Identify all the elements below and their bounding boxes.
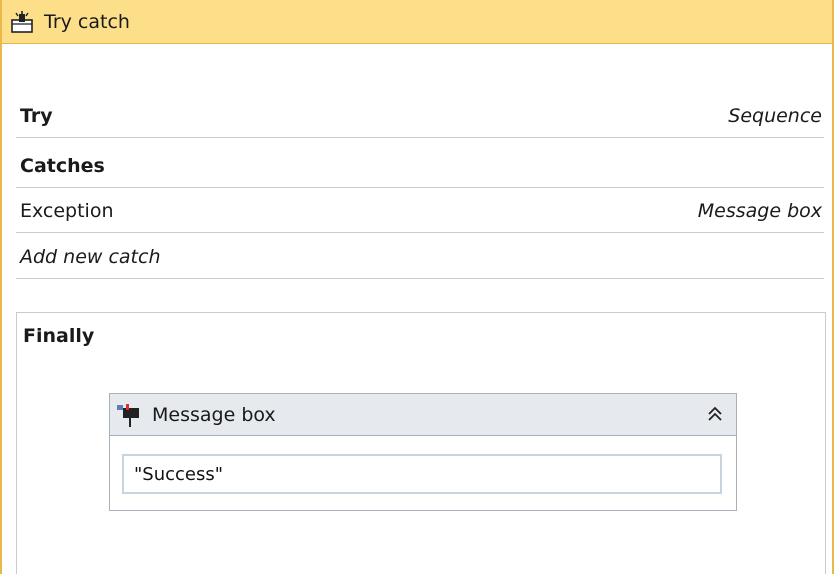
try-catch-activity[interactable]: Try catch Try Sequence Catches Exception… <box>0 0 834 574</box>
try-value[interactable]: Sequence <box>728 105 824 127</box>
catch-item-exception[interactable]: Exception Message box <box>16 189 824 233</box>
collapse-button[interactable] <box>704 403 726 425</box>
catches-row: Catches <box>16 144 824 188</box>
add-new-catch-row[interactable]: Add new catch <box>16 235 824 279</box>
catch-exception-label: Exception <box>20 199 114 222</box>
add-new-catch-link[interactable]: Add new catch <box>16 246 161 268</box>
message-text-input[interactable] <box>122 454 722 494</box>
catches-label: Catches <box>20 154 105 177</box>
activity-title: Try catch <box>44 10 130 33</box>
finally-label: Finally <box>23 325 95 347</box>
message-box-header[interactable]: Message box <box>110 394 736 436</box>
message-box-icon <box>117 403 139 427</box>
double-chevron-up-icon <box>708 406 722 421</box>
catch-exception-value[interactable]: Message box <box>698 200 824 222</box>
message-box-activity[interactable]: Message box <box>109 393 737 511</box>
message-box-title: Message box <box>152 403 276 426</box>
try-label: Try <box>20 104 53 127</box>
try-catch-icon <box>11 10 33 33</box>
activity-header[interactable]: Try catch <box>2 0 832 44</box>
try-row[interactable]: Try Sequence <box>16 94 824 138</box>
finally-section[interactable]: Finally Message box <box>16 312 826 574</box>
